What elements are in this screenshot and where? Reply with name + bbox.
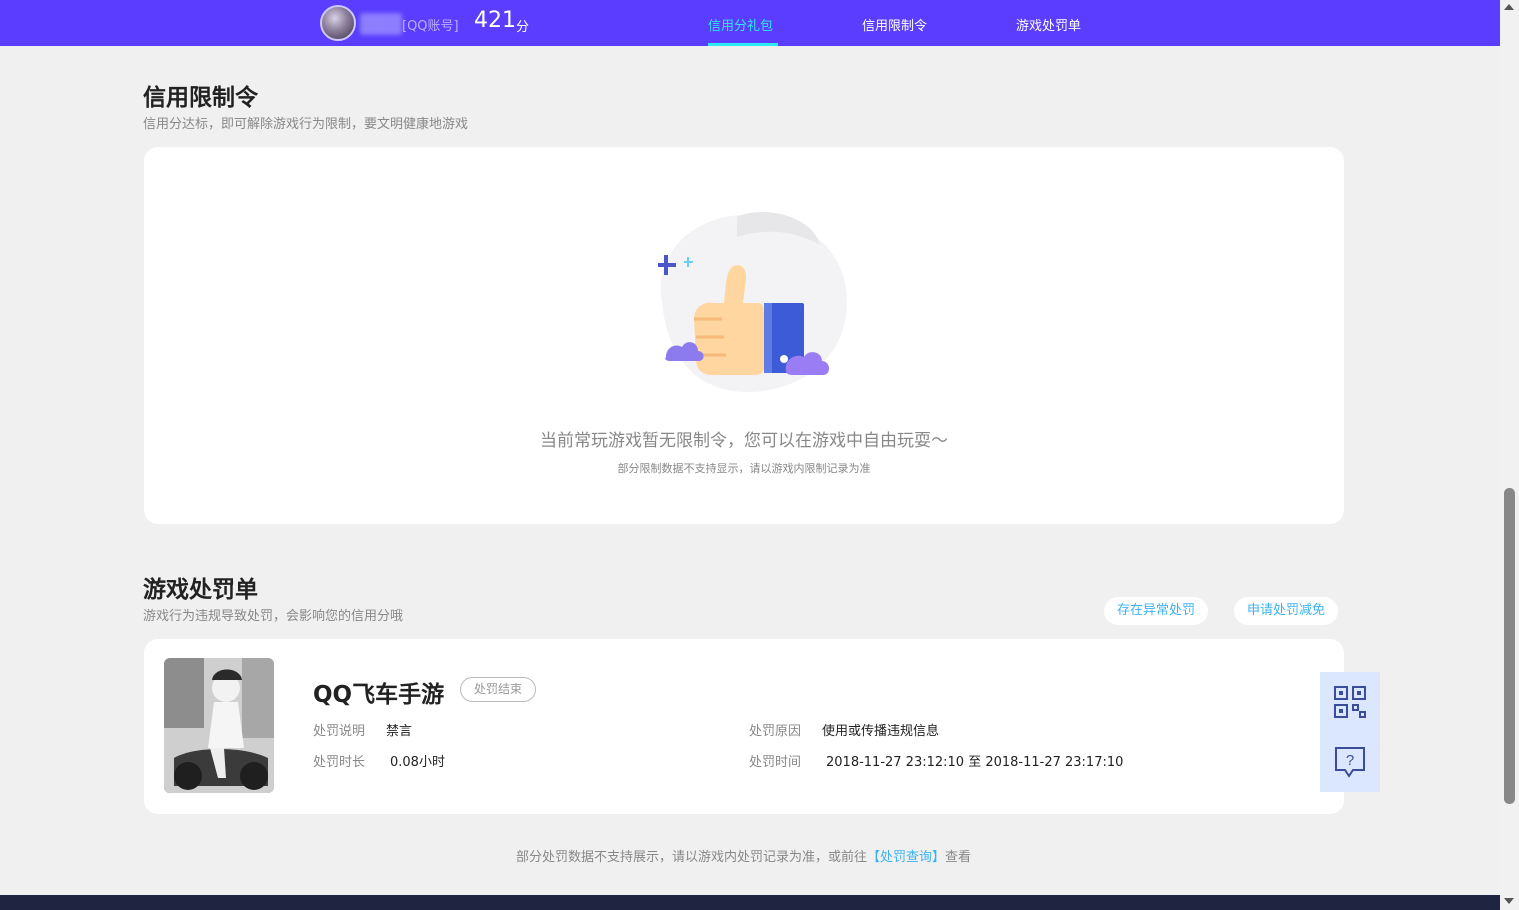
penalty-section-subtitle: 游戏行为违规导致处罚，会影响您的信用分哦: [143, 609, 404, 624]
svg-text:?: ?: [1346, 752, 1354, 769]
qr-code-button[interactable]: [1320, 672, 1380, 732]
account-type-label: [QQ账号]: [402, 19, 459, 34]
scroll-up-arrow-icon[interactable]: [1504, 4, 1514, 10]
thumbs-up-illustration-icon: [658, 212, 847, 392]
scroll-down-arrow-icon[interactable]: [1504, 898, 1514, 904]
penalty-duration-value: 0.08小时: [390, 755, 445, 770]
restriction-empty-message: 当前常玩游戏暂无限制令，您可以在游戏中自由玩耍～: [540, 431, 948, 451]
penalty-time-label: 处罚时间: [749, 755, 802, 770]
penalty-desc-label: 处罚说明: [313, 724, 366, 739]
penalty-time-value: 2018-11-27 23:12:10 至 2018-11-27 23:17:1…: [826, 755, 1124, 770]
active-tab-underline: [708, 43, 778, 46]
abnormal-penalty-button[interactable]: 存在异常处罚: [1104, 597, 1209, 625]
footer-note-prefix: 部分处罚数据不支持展示，请以游戏内处罚记录为准，或前往: [515, 850, 867, 865]
restriction-card: 当前常玩游戏暂无限制令，您可以在游戏中自由玩耍～ 部分限制数据不支持显示，请以游…: [144, 147, 1344, 524]
page-footer-bar: [0, 895, 1500, 910]
tab-credit-restriction[interactable]: 信用限制令: [862, 15, 927, 34]
penalty-duration-label: 处罚时长: [313, 755, 366, 770]
scrollbar-thumb[interactable]: [1504, 488, 1515, 804]
penalty-record-card: QQ飞车手游 处罚结束 处罚说明 禁言 处罚时长 0.08小时 处罚原因 使用或…: [144, 639, 1344, 814]
help-button[interactable]: ?: [1320, 732, 1380, 792]
tab-credit-gift[interactable]: 信用分礼包: [708, 15, 773, 34]
avatar[interactable]: [320, 5, 356, 41]
penalty-reduction-button[interactable]: 申请处罚减免: [1234, 597, 1339, 625]
top-nav-bar: [QQ账号] 421 分 信用分礼包 信用限制令 游戏处罚单: [0, 0, 1500, 46]
username-blurred: [360, 13, 402, 35]
penalty-section-title: 游戏处罚单: [143, 577, 258, 603]
game-cover-image: [164, 658, 274, 793]
restriction-section-title: 信用限制令: [143, 85, 258, 111]
penalty-desc-value: 禁言: [386, 724, 413, 739]
restriction-empty-note: 部分限制数据不支持显示，请以游戏内限制记录为准: [617, 462, 871, 475]
penalty-footer-note: 部分处罚数据不支持展示，请以游戏内处罚记录为准，或前往【处罚查询】查看: [0, 846, 1487, 865]
penalty-reason-label: 处罚原因: [749, 724, 802, 739]
penalty-query-link[interactable]: 【处罚查询】: [867, 850, 945, 865]
restriction-section-subtitle: 信用分达标，即可解除游戏行为限制，要文明健康地游戏: [143, 117, 469, 132]
credit-score-unit: 分: [516, 20, 530, 35]
credit-score-value: 421: [474, 8, 516, 33]
game-name: QQ飞车手游: [313, 682, 445, 708]
status-badge: 处罚结束: [460, 677, 537, 702]
tab-game-penalty[interactable]: 游戏处罚单: [1016, 15, 1081, 34]
penalty-reason-value: 使用或传播违规信息: [822, 724, 940, 739]
qr-code-icon: [1334, 686, 1366, 718]
help-chat-icon: ?: [1335, 747, 1365, 778]
footer-note-suffix: 查看: [945, 850, 972, 865]
